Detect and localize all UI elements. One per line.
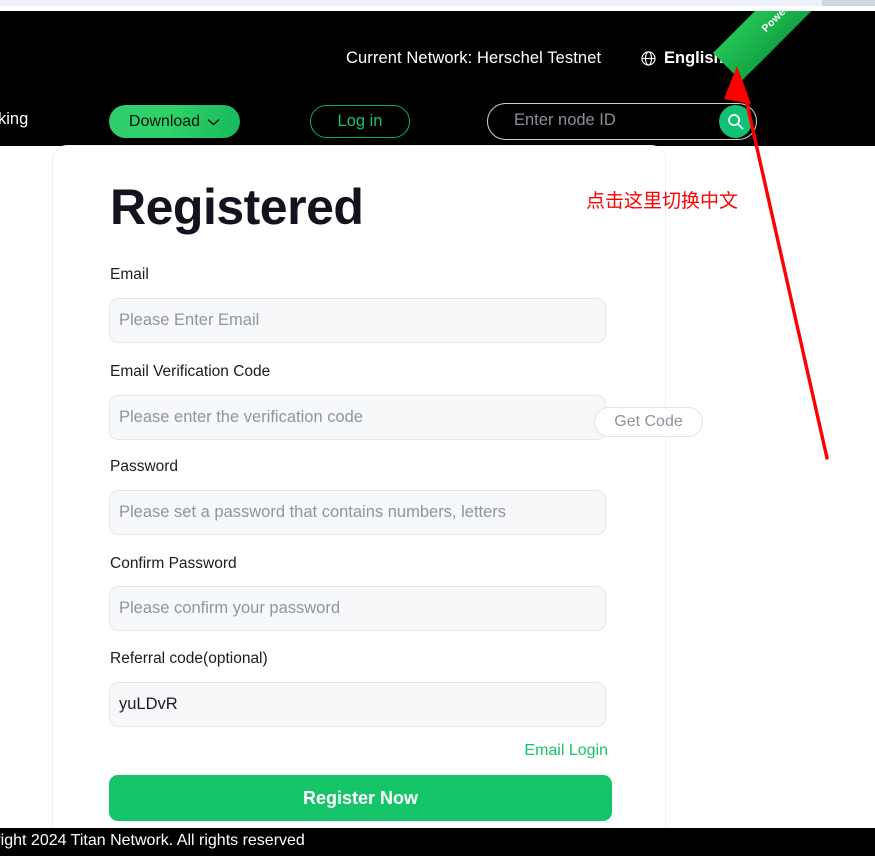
login-button[interactable]: Log in	[310, 105, 410, 138]
copyright-text: Copyright 2024 Titan Network. All rights…	[0, 832, 305, 849]
chevron-down-icon	[731, 54, 745, 63]
globe-icon	[640, 50, 657, 67]
email-field-placeholder: Please Enter Email	[119, 311, 260, 329]
download-button-label: Download	[128, 112, 201, 130]
email-login-link[interactable]: Email Login	[0, 742, 665, 760]
confirm-password-field-label: Confirm Password	[110, 555, 237, 572]
magnifier-icon	[726, 112, 745, 131]
verification-code-placeholder: Please enter the verification code	[119, 408, 363, 426]
download-button[interactable]: Download	[109, 105, 240, 138]
current-network-label: Current Network: Herschel Testnet	[346, 49, 602, 67]
password-field-label: Password	[110, 458, 179, 475]
register-card: Registered Email Please Enter Email Emai…	[53, 146, 703, 845]
node-id-search-placeholder: Enter node ID	[514, 111, 616, 129]
password-field-placeholder: Please set a password that contains numb…	[119, 503, 507, 521]
site-footer: Copyright 2024 Titan Network. All rights…	[0, 828, 875, 856]
referral-code-field-label: Referral code(optional)	[110, 650, 268, 667]
referral-code-field[interactable]	[109, 682, 606, 727]
site-header: Current Network: Herschel Testnet Englis…	[0, 11, 875, 146]
nav-item-partial[interactable]: king	[0, 110, 28, 129]
page-title: Registered	[110, 179, 364, 235]
search-button[interactable]	[719, 105, 752, 138]
referral-code-value: yuLDvR	[119, 695, 178, 713]
register-now-button[interactable]: Register Now	[109, 775, 612, 821]
verification-code-field-label: Email Verification Code	[110, 363, 271, 380]
chevron-down-icon	[207, 118, 220, 126]
get-code-button[interactable]: Get Code	[594, 407, 703, 437]
language-label: English	[664, 49, 724, 67]
page-root: Current Network: Herschel Testnet Englis…	[0, 0, 875, 856]
confirm-password-placeholder: Please confirm your password	[119, 599, 341, 617]
language-selector[interactable]: English	[640, 49, 745, 68]
email-field-label: Email	[110, 266, 149, 283]
annotation-text: 点击这里切换中文	[586, 191, 739, 212]
